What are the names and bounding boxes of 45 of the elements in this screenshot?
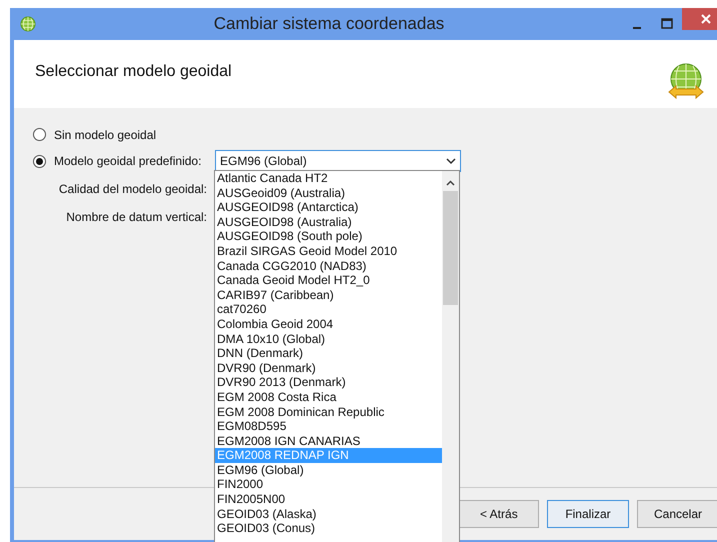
- list-option[interactable]: AUSGeoid09 (Australia): [215, 186, 442, 200]
- scrollbar[interactable]: [442, 171, 459, 542]
- list-option[interactable]: EGM08D595: [215, 419, 442, 434]
- option-label[interactable]: Sin modelo geoidal: [54, 126, 156, 144]
- globe-arrows-icon: [667, 62, 705, 100]
- radio-button[interactable]: [33, 154, 46, 168]
- list-option[interactable]: DMA 10x10 (Global): [215, 332, 442, 346]
- scrollbar-thumb[interactable]: [443, 191, 458, 305]
- list-option[interactable]: Brazil SIRGAS Geoid Model 2010: [215, 244, 442, 259]
- dialog-button[interactable]: Finalizar: [547, 500, 629, 528]
- list-option[interactable]: EGM96 (Global): [215, 462, 442, 478]
- close-icon: [700, 13, 712, 25]
- list-option[interactable]: Canada Geoid Model HT2_0: [215, 273, 442, 288]
- list-option[interactable]: DNN (Denmark): [215, 346, 442, 361]
- page-heading: Seleccionar modelo geoidal: [35, 62, 232, 82]
- minimize-icon: [633, 27, 641, 29]
- list-option[interactable]: Colombia Geoid 2004: [215, 316, 442, 332]
- field-label: Nombre de datum vertical:: [66, 210, 207, 224]
- list-option[interactable]: DVR90 2013 (Denmark): [215, 375, 442, 390]
- list-option[interactable]: cat70260: [215, 302, 442, 317]
- list-option[interactable]: Atlantic Canada HT2: [215, 171, 442, 186]
- list-option[interactable]: Canada CGG2010 (NAD83): [215, 258, 442, 274]
- list-option[interactable]: EGM 2008 Costa Rica: [215, 390, 442, 404]
- chevron-down-icon: [446, 157, 456, 165]
- radio-button[interactable]: [33, 128, 46, 141]
- close-button[interactable]: [682, 8, 717, 30]
- field-label: Calidad del modelo geoidal:: [58, 182, 207, 196]
- list-option[interactable]: GEOID03 (Alaska): [215, 506, 442, 522]
- list-option[interactable]: EGM 2008 Dominican Republic: [215, 404, 442, 420]
- list-option[interactable]: EGM2008 IGN CANARIAS: [215, 434, 442, 448]
- option-label[interactable]: Modelo geoidal predefinido:: [54, 152, 202, 170]
- list-option[interactable]: FIN2000: [215, 477, 442, 492]
- list-option[interactable]: AUSGEOID98 (Antarctica): [215, 200, 442, 215]
- maximize-icon: [661, 18, 673, 30]
- list-option[interactable]: AUSGEOID98 (Australia): [215, 214, 442, 230]
- dialog-button[interactable]: Cancelar: [637, 500, 717, 528]
- list-option[interactable]: AUSGEOID98 (South pole): [215, 229, 442, 244]
- model-dropdown[interactable]: EGM96 (Global): [215, 150, 461, 172]
- list-option[interactable]: CARIB97 (Caribbean): [215, 288, 442, 302]
- dialog-button[interactable]: < Atrás: [457, 500, 539, 528]
- list-option[interactable]: DVR90 (Denmark): [215, 360, 442, 376]
- list-option[interactable]: FIN2005N00: [215, 492, 442, 507]
- list-option[interactable]: GEOID03 (Conus): [215, 521, 442, 536]
- window-title: Cambiar sistema coordenadas: [214, 14, 444, 33]
- globe-icon: [20, 16, 36, 32]
